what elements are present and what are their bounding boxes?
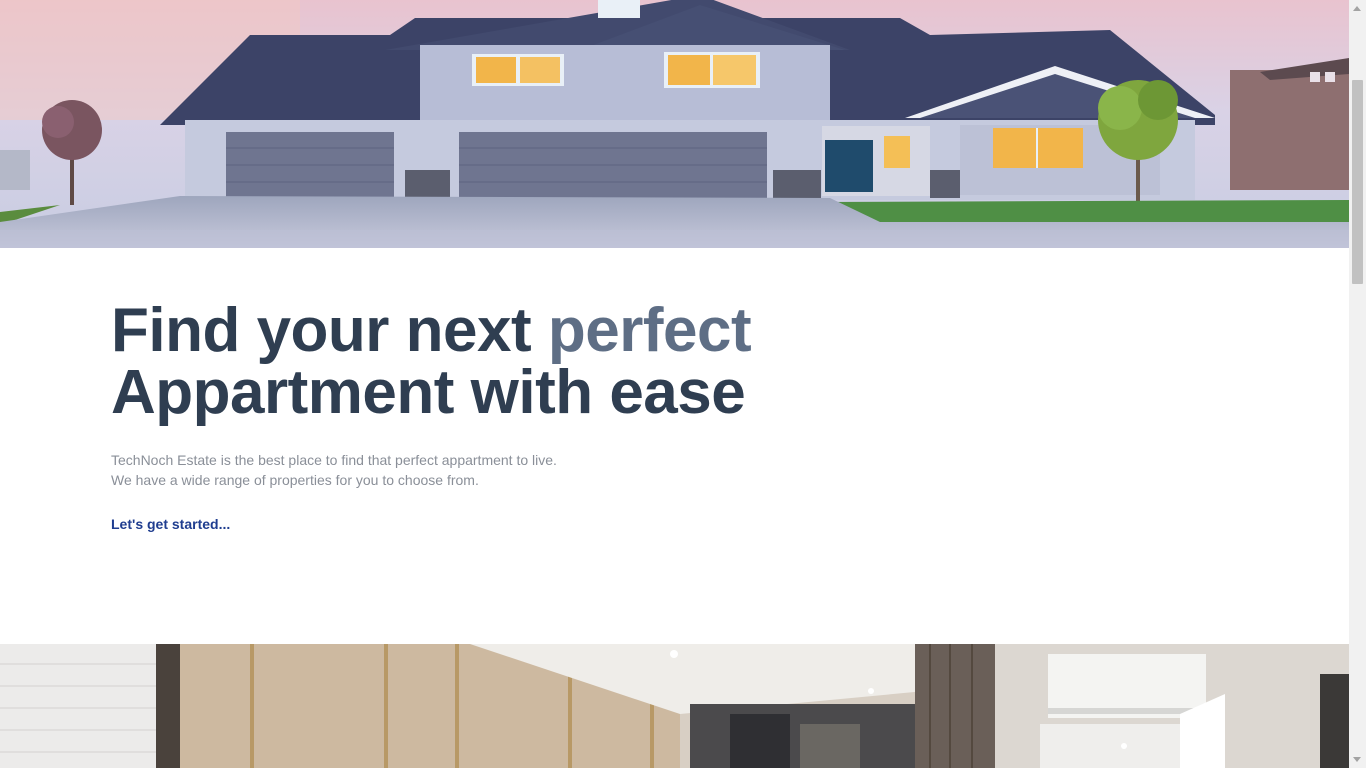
scrollbar-thumb[interactable] — [1352, 80, 1363, 284]
page: Find your next perfect Appartment with e… — [0, 0, 1349, 768]
get-started-link[interactable]: Let's get started... — [111, 516, 230, 532]
headline-line2: Appartment with ease — [111, 358, 746, 427]
scroll-down-icon[interactable] — [1353, 757, 1361, 762]
headline-accent: perfect — [547, 296, 752, 365]
hero-intro: Find your next perfect Appartment with e… — [111, 300, 871, 534]
scroll-up-icon[interactable] — [1353, 6, 1361, 11]
description-line1: TechNoch Estate is the best place to fin… — [111, 452, 557, 468]
hero-headline: Find your next perfect Appartment with e… — [111, 300, 871, 424]
hero-description: TechNoch Estate is the best place to fin… — [111, 450, 871, 490]
description-line2: We have a wide range of properties for y… — [111, 472, 479, 488]
interior-room-photo — [0, 644, 1349, 768]
headline-part1: Find your next — [111, 296, 548, 365]
page-scrollbar[interactable] — [1349, 0, 1366, 768]
house-exterior-photo — [0, 0, 1349, 248]
